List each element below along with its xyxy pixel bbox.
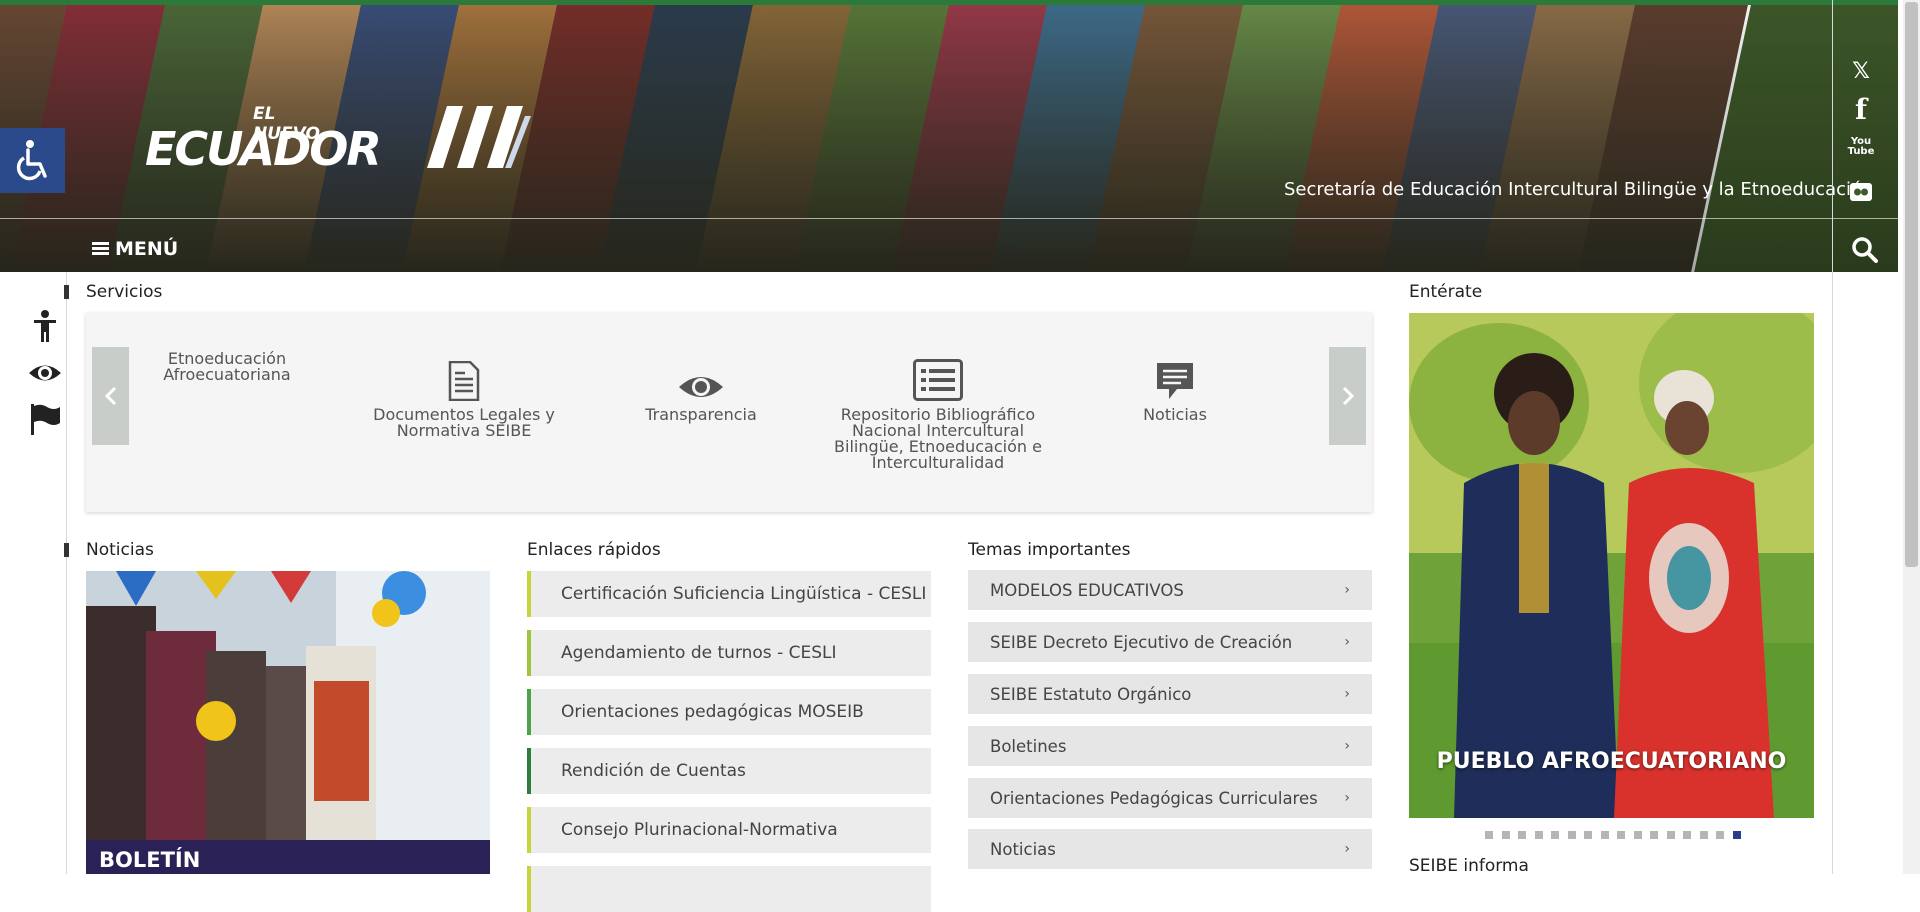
news-featured-image[interactable]: BOLETÍN [86, 571, 490, 874]
services-carousel: Etnoeducación Afroecuatoriana Documentos… [86, 313, 1372, 512]
carousel-dot[interactable] [1666, 831, 1675, 839]
news-photo [86, 571, 490, 874]
carousel-next-button[interactable] [1329, 347, 1366, 445]
page-scrollbar-thumb[interactable] [1905, 2, 1918, 567]
seibe-informa-title: SEIBE informa [1409, 856, 1529, 876]
content-frame-right [1832, 0, 1833, 874]
carousel-dot[interactable] [1617, 831, 1625, 839]
enterate-title: Entérate [1409, 282, 1483, 302]
service-label: Repositorio Bibliográfico Nacional Inter… [834, 405, 1042, 472]
carousel-dot[interactable] [1567, 831, 1576, 839]
service-noticias[interactable]: Noticias [1060, 345, 1290, 423]
accessibility-button[interactable] [0, 128, 65, 193]
quick-link-cesli-certificacion[interactable]: Certificación Suficiencia Lingüística - … [527, 571, 931, 617]
chevron-right-icon: › [1344, 841, 1350, 857]
quick-links-title: Enlaces rápidos [527, 540, 661, 560]
facebook-icon[interactable]: f [1846, 93, 1876, 126]
topic-boletines[interactable]: Boletines › [968, 726, 1372, 766]
list-icon [913, 359, 963, 401]
menu-label: MENÚ [115, 238, 179, 260]
service-documentos-legales[interactable]: Documentos Legales y Normativa SEIBE [349, 345, 579, 439]
news-bulletin-band: BOLETÍN [86, 840, 490, 874]
topics-title: Temas importantes [968, 540, 1131, 560]
header-banner: EL NUEVO ECUADOR Secretaría de Educación… [0, 0, 1898, 272]
chevron-right-icon: › [1344, 582, 1350, 598]
chevron-right-icon: › [1344, 634, 1350, 650]
quick-link-moseib[interactable]: Orientaciones pedagógicas MOSEIB [527, 689, 931, 735]
chat-icon [1157, 363, 1193, 399]
logo-main-text: ECUADOR [145, 122, 382, 176]
logo-bars-icon [427, 106, 531, 168]
menu-button[interactable]: MENÚ [92, 238, 178, 260]
banner-divider [0, 218, 1898, 219]
service-etnoeducacion[interactable]: Etnoeducación Afroecuatoriana [112, 351, 342, 383]
carousel-dot[interactable] [1534, 831, 1543, 839]
carousel-dot[interactable] [1633, 831, 1642, 839]
chevron-right-icon [1342, 386, 1354, 406]
carousel-dot[interactable] [1716, 831, 1724, 839]
topic-orientaciones-curriculares[interactable]: Orientaciones Pedagógicas Curriculares › [968, 778, 1372, 818]
service-label: Documentos Legales y Normativa SEIBE [373, 405, 555, 440]
content-frame-left [66, 272, 67, 874]
service-transparencia[interactable]: Transparencia [586, 345, 816, 423]
youtube-icon[interactable]: You Tube [1846, 137, 1876, 157]
chevron-right-icon: › [1344, 790, 1350, 806]
hamburger-icon [92, 242, 109, 256]
carousel-dot[interactable] [1699, 831, 1708, 839]
eye-icon [679, 377, 723, 397]
carousel-dot[interactable] [1501, 831, 1510, 839]
carousel-dot[interactable] [1732, 831, 1741, 839]
carousel-dot[interactable] [1650, 831, 1658, 839]
quick-link-consejo-plurinacional[interactable]: Consejo Plurinacional-Normativa [527, 807, 931, 853]
carousel-dot[interactable] [1485, 831, 1493, 839]
quick-link-rendicion-cuentas[interactable]: Rendición de Cuentas [527, 748, 931, 794]
flickr-icon[interactable] [1846, 183, 1876, 205]
topic-modelos-educativos[interactable]: MODELOS EDUCATIVOS › [968, 570, 1372, 610]
service-label: Noticias [1143, 405, 1207, 424]
news-title: Noticias [86, 540, 154, 560]
x-icon[interactable]: 𝕏 [1846, 59, 1876, 84]
institution-tagline: Secretaría de Educación Intercultural Bi… [1284, 179, 1874, 200]
news-bulletin-label: BOLETÍN [99, 848, 201, 872]
service-label: Etnoeducación Afroecuatoriana [163, 349, 291, 384]
carousel-dot[interactable] [1551, 831, 1559, 839]
document-icon [448, 361, 480, 401]
search-icon[interactable] [1851, 236, 1879, 264]
service-label: Transparencia [645, 405, 757, 424]
enterate-slide[interactable]: PUEBLO AFROECUATORIANO [1409, 313, 1814, 818]
eye-icon[interactable] [28, 356, 62, 390]
accessibility-person-icon[interactable] [28, 309, 62, 343]
flag-icon[interactable] [28, 402, 62, 436]
carousel-dot[interactable] [1683, 831, 1691, 839]
wheelchair-icon [16, 139, 47, 180]
carousel-dot[interactable] [1600, 831, 1609, 839]
carousel-dot[interactable] [1518, 831, 1526, 839]
services-title: Servicios [86, 282, 163, 302]
topic-estatuto-organico[interactable]: SEIBE Estatuto Orgánico › [968, 674, 1372, 714]
carousel-dot[interactable] [1584, 831, 1592, 839]
chevron-left-icon [104, 386, 116, 406]
quick-link-more[interactable] [527, 866, 931, 912]
topic-noticias[interactable]: Noticias › [968, 829, 1372, 869]
service-repositorio[interactable]: Repositorio Bibliográfico Nacional Inter… [823, 345, 1053, 471]
topic-decreto-ejecutivo[interactable]: SEIBE Decreto Ejecutivo de Creación › [968, 622, 1372, 662]
quick-link-cesli-turnos[interactable]: Agendamiento de turnos - CESLI [527, 630, 931, 676]
chevron-right-icon: › [1344, 686, 1350, 702]
chevron-right-icon: › [1344, 738, 1350, 754]
enterate-photo [1409, 313, 1814, 818]
enterate-caption: PUEBLO AFROECUATORIANO [1436, 749, 1787, 774]
